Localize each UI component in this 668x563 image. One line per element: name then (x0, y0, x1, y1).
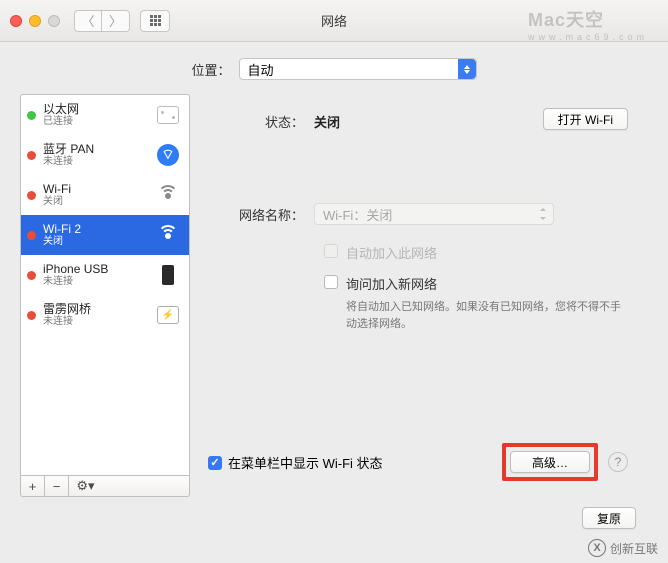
status-dot-icon (27, 151, 36, 160)
ethernet-icon (155, 105, 181, 125)
window-title: 网络 (321, 11, 347, 30)
forward-button[interactable]: 〉 (102, 10, 130, 32)
revert-button[interactable]: 复原 (582, 507, 636, 529)
ask-join-hint: 将自动加入已知网络。如果没有已知网络，您将不得不手动选择网络。 (208, 299, 648, 332)
service-list[interactable]: 以太网已连接 蓝牙 PAN未连接 ⌔ Wi-Fi关闭 Wi-Fi 2关闭 (20, 94, 190, 476)
location-select[interactable]: 自动 (239, 58, 477, 80)
watermark: Mac天空www.mac69.com (528, 6, 648, 42)
status-value: 关闭 (314, 112, 340, 131)
ask-join-label: 询问加入新网络 (346, 274, 437, 293)
show-all-button[interactable] (140, 10, 170, 32)
add-service-button[interactable]: + (20, 475, 44, 497)
location-label: 位置： (191, 60, 230, 79)
location-value: 自动 (248, 60, 274, 79)
menubar-status-checkbox[interactable] (208, 456, 222, 470)
status-label: 状态： (208, 112, 314, 131)
bluetooth-icon: ⌔ (155, 145, 181, 165)
wifi-icon (155, 185, 181, 205)
ask-join-checkbox[interactable] (324, 275, 338, 289)
grid-icon (150, 15, 161, 26)
status-dot-icon (27, 311, 36, 320)
status-dot-icon (27, 271, 36, 280)
sidebar-item-wifi[interactable]: Wi-Fi关闭 (21, 175, 189, 215)
wifi-icon (155, 225, 181, 245)
chevron-updown-icon (458, 59, 476, 79)
watermark: X创新互联 (588, 539, 658, 557)
remove-service-button[interactable]: − (44, 475, 68, 497)
menubar-status-label: 在菜单栏中显示 Wi-Fi 状态 (228, 453, 383, 472)
sidebar-item-bluetooth-pan[interactable]: 蓝牙 PAN未连接 ⌔ (21, 135, 189, 175)
sidebar-item-thunderbolt-bridge[interactable]: 雷雳网桥未连接 (21, 295, 189, 335)
auto-join-label: 自动加入此网络 (346, 243, 437, 262)
service-options-button[interactable]: ⚙︎▾ (68, 475, 102, 497)
thunderbolt-icon (155, 305, 181, 325)
close-icon[interactable] (10, 15, 22, 27)
network-name-select[interactable]: Wi-Fi：关闭 (314, 203, 554, 225)
minimize-icon[interactable] (29, 15, 41, 27)
advanced-button[interactable]: 高级… (510, 451, 590, 473)
status-dot-icon (27, 231, 36, 240)
highlight-box: 高级… (502, 443, 598, 481)
auto-join-checkbox (324, 244, 338, 258)
maximize-icon (48, 15, 60, 27)
help-button[interactable]: ? (608, 452, 628, 472)
sidebar-item-ethernet[interactable]: 以太网已连接 (21, 95, 189, 135)
network-name-label: 网络名称： (208, 205, 314, 224)
toggle-wifi-button[interactable]: 打开 Wi-Fi (543, 108, 628, 130)
status-dot-icon (27, 111, 36, 120)
iphone-icon (155, 265, 181, 285)
sidebar-item-iphone-usb[interactable]: iPhone USB未连接 (21, 255, 189, 295)
back-button[interactable]: 〈 (74, 10, 102, 32)
window-traffic-lights[interactable] (10, 15, 60, 27)
status-dot-icon (27, 191, 36, 200)
sidebar-item-wifi-2[interactable]: Wi-Fi 2关闭 (21, 215, 189, 255)
